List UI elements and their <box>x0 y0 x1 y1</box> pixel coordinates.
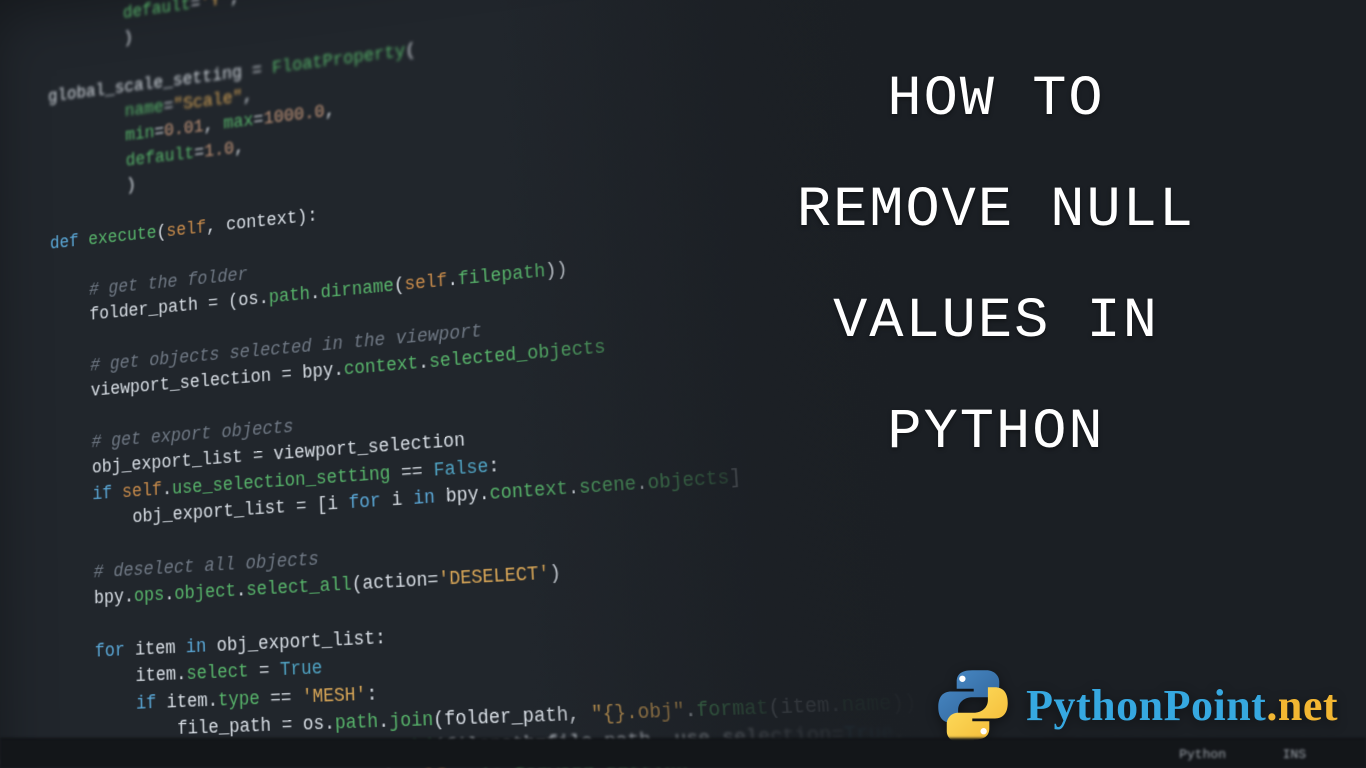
code-content: bpy.ops.object.select_all(action='DESELE… <box>15 560 561 617</box>
line-number: 202 <box>0 643 16 672</box>
code-content: def execute(self, context): <box>12 204 318 262</box>
title-line-2: REMOVE NULL <box>626 183 1366 240</box>
line-number: 187 <box>0 262 12 292</box>
line-number: 181 <box>0 115 11 146</box>
line-number: 182 <box>0 139 11 170</box>
code-content: item.select = True <box>16 656 323 696</box>
code-line: 202 for item in obj_export_list: <box>0 596 920 672</box>
line-number: 186 <box>0 237 12 267</box>
code-content: # deselect all objects <box>15 547 319 591</box>
title-line-3: VALUES IN <box>626 294 1366 351</box>
code-content: ) <box>10 26 133 67</box>
line-number: 193 <box>0 412 14 442</box>
title-line-4: PYTHON <box>626 405 1366 462</box>
python-logo-icon <box>934 666 1012 744</box>
code-content: # get export objects <box>14 415 294 463</box>
line-number: 179 <box>0 67 10 98</box>
code-line: 199 # deselect all objects <box>0 507 920 595</box>
code-line: 197 obj_export_list = [i for i in bpy.co… <box>0 448 920 543</box>
line-number: 192 <box>0 386 14 416</box>
status-insert-mode: INS <box>1283 747 1306 762</box>
editor-statusbar: Python INS <box>0 738 1366 768</box>
code-content: name="Scale", <box>11 84 253 139</box>
code-line: 177 default='Y', <box>0 0 920 50</box>
line-number: 198 <box>0 539 15 568</box>
brand-wordmark: PythonPoint.net <box>1026 680 1338 731</box>
code-line: 204 if item.type == 'MESH': <box>0 656 920 725</box>
code-content: for item in obj_export_list: <box>16 625 387 669</box>
brand-word-a: PythonPoint <box>1026 681 1266 730</box>
line-number: 189 <box>0 311 13 341</box>
line-number: 197 <box>0 514 15 543</box>
code-content: viewport_selection = bpy.context.selecte… <box>13 335 606 412</box>
code-content: obj_export_list = viewport_selection <box>14 428 466 488</box>
code-content: obj_export_list = [i for i in bpy.contex… <box>15 464 743 539</box>
code-line: 178 ) <box>0 0 920 74</box>
status-language: Python <box>1179 747 1226 762</box>
line-number: 196 <box>0 488 15 517</box>
code-line: 200 bpy.ops.object.select_all(action='DE… <box>0 536 920 620</box>
line-number: 194 <box>0 437 14 467</box>
line-number: 177 <box>0 19 10 50</box>
code-content: min=0.01, max=1000.0, <box>11 99 335 163</box>
line-number: 178 <box>0 43 10 74</box>
code-content: # get the folder <box>12 263 248 312</box>
line-number: 203 <box>0 670 16 699</box>
line-number: 204 <box>0 696 17 725</box>
code-content: ) <box>11 173 136 212</box>
line-number: 180 <box>0 91 11 122</box>
code-content: default=1.0, <box>11 136 244 188</box>
line-number: 199 <box>0 565 15 594</box>
brand-word-b: .net <box>1266 681 1338 730</box>
code-content: if self.use_selection_setting == False: <box>14 453 500 513</box>
code-content: folder_path = (os.path.dirname(self.file… <box>13 257 569 336</box>
brand-logo: PythonPoint.net <box>934 666 1338 744</box>
line-number: 191 <box>0 361 13 391</box>
line-number: 183 <box>0 164 11 195</box>
code-content: ), <box>10 0 181 19</box>
line-number: 200 <box>0 591 16 620</box>
line-number: 184 <box>0 188 12 218</box>
code-line: 201 <box>0 566 920 646</box>
code-content: if item.type == 'MESH': <box>16 681 377 722</box>
line-number: 176 <box>0 0 10 27</box>
code-content: default='Y', <box>10 0 241 43</box>
code-content: global_scale_setting = FloatProperty( <box>10 38 416 115</box>
code-line: 176 ), <box>0 0 920 27</box>
code-content: # get objects selected in the viewport <box>13 319 482 387</box>
line-number: 195 <box>0 462 14 491</box>
code-line: 198 <box>0 477 920 568</box>
article-title: HOW TO REMOVE NULL VALUES IN PYTHON <box>626 72 1366 462</box>
code-line: 203 item.select = True <box>0 626 920 699</box>
line-number: 190 <box>0 336 13 366</box>
line-number: 185 <box>0 212 12 242</box>
line-number: 201 <box>0 617 16 646</box>
line-number: 188 <box>0 286 13 316</box>
title-line-1: HOW TO <box>626 72 1366 129</box>
